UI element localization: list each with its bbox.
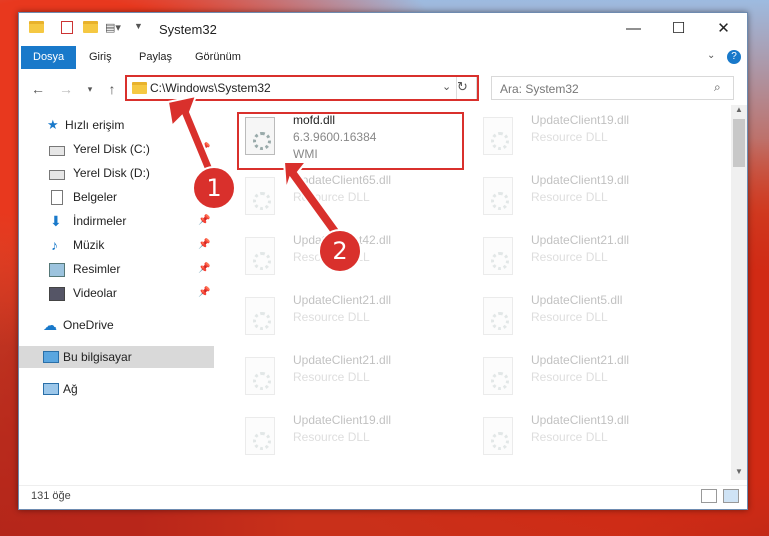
annotation-arrows bbox=[166, 94, 342, 238]
arrow-1 bbox=[166, 94, 216, 176]
callout-1: 1 bbox=[192, 166, 236, 210]
arrow-2 bbox=[282, 161, 342, 238]
callout-2: 2 bbox=[318, 229, 362, 273]
